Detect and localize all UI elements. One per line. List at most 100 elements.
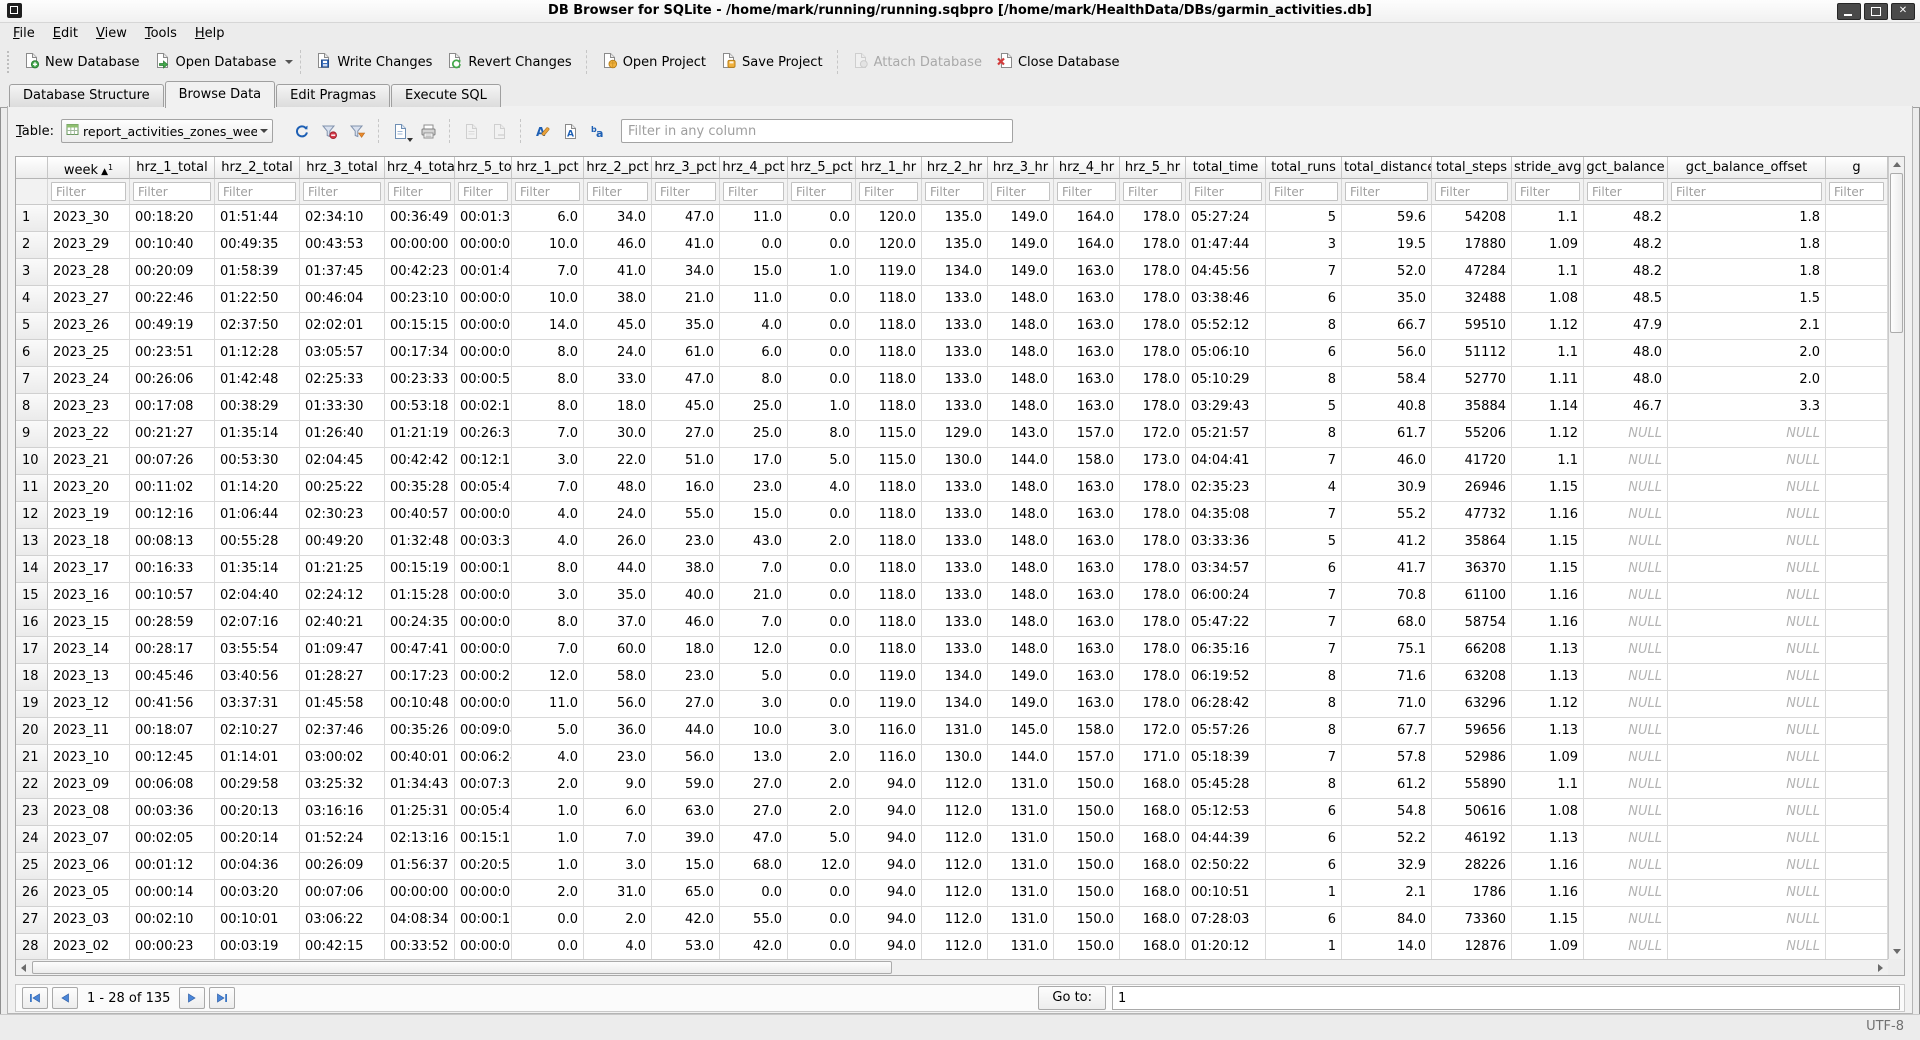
cell-week[interactable]: 2023_14 bbox=[48, 637, 130, 664]
cell-hrz_2_pct[interactable]: 4.0 bbox=[584, 934, 652, 959]
cell-hrz_2_hr[interactable]: 133.0 bbox=[922, 313, 988, 340]
cell-total_runs[interactable]: 7 bbox=[1266, 583, 1342, 610]
cell-week[interactable]: 2023_27 bbox=[48, 286, 130, 313]
cell-hrz_3_pct[interactable]: 38.0 bbox=[652, 556, 720, 583]
cell-hrz_2_total[interactable]: 03:55:54 bbox=[215, 637, 300, 664]
cell-hrz_5_total[interactable]: 00:09:04 bbox=[455, 718, 512, 745]
cell-total_runs[interactable]: 7 bbox=[1266, 610, 1342, 637]
cell-gct_balance[interactable]: NULL bbox=[1584, 664, 1668, 691]
cell-hrz_5_hr[interactable]: 178.0 bbox=[1120, 286, 1186, 313]
cell-hrz_4_pct[interactable]: 27.0 bbox=[720, 799, 788, 826]
cell-hrz_2_total[interactable]: 02:10:27 bbox=[215, 718, 300, 745]
cell-hrz_5_hr[interactable]: 178.0 bbox=[1120, 394, 1186, 421]
cell-hrz_5_hr[interactable]: 178.0 bbox=[1120, 313, 1186, 340]
cell-total_runs[interactable]: 6 bbox=[1266, 286, 1342, 313]
cell-hrz_4_total[interactable]: 00:40:01 bbox=[385, 745, 455, 772]
cell-hrz_4_pct[interactable]: 25.0 bbox=[720, 421, 788, 448]
cell-gct_balance[interactable]: NULL bbox=[1584, 421, 1668, 448]
cell-gct_balance[interactable]: NULL bbox=[1584, 583, 1668, 610]
delete-record-button[interactable] bbox=[486, 119, 512, 143]
horizontal-scrollbar-thumb[interactable] bbox=[32, 961, 892, 974]
cell-stride_avg[interactable]: 1.15 bbox=[1512, 475, 1584, 502]
open-database-caret[interactable] bbox=[285, 60, 293, 64]
column-header-hrz_4_pct[interactable]: hrz_4_pct bbox=[720, 157, 788, 179]
cell-hrz_5_hr[interactable]: 178.0 bbox=[1120, 691, 1186, 718]
cell-hrz_2_hr[interactable]: 112.0 bbox=[922, 934, 988, 959]
cell-hrz_2_hr[interactable]: 112.0 bbox=[922, 826, 988, 853]
cell-hrz_2_total[interactable]: 00:49:35 bbox=[215, 232, 300, 259]
cell-hrz_3_pct[interactable]: 21.0 bbox=[652, 286, 720, 313]
cell-hrz_2_pct[interactable]: 36.0 bbox=[584, 718, 652, 745]
cell-hrz_1_pct[interactable]: 6.0 bbox=[512, 205, 584, 232]
cell-hrz_4_hr[interactable]: 150.0 bbox=[1054, 826, 1120, 853]
cell-hrz_1_hr[interactable]: 118.0 bbox=[856, 637, 922, 664]
cell-hrz_4_total[interactable]: 00:33:52 bbox=[385, 934, 455, 959]
cell-gct_balance[interactable]: NULL bbox=[1584, 448, 1668, 475]
cell-hrz_4_pct[interactable]: 12.0 bbox=[720, 637, 788, 664]
cell-hrz_5_total[interactable]: 00:05:48 bbox=[455, 799, 512, 826]
cell-gct_balance_offset[interactable]: NULL bbox=[1668, 529, 1826, 556]
cell-hrz_5_hr[interactable]: 178.0 bbox=[1120, 205, 1186, 232]
cell-hrz_1_total[interactable]: 00:45:46 bbox=[130, 664, 215, 691]
cell-hrz_3_total[interactable]: 02:40:21 bbox=[300, 610, 385, 637]
cell-stride_avg[interactable]: 1.11 bbox=[1512, 367, 1584, 394]
cell-g[interactable] bbox=[1826, 853, 1888, 880]
cell-gct_balance[interactable]: NULL bbox=[1584, 691, 1668, 718]
cell-week[interactable]: 2023_08 bbox=[48, 799, 130, 826]
cell-total_steps[interactable]: 66208 bbox=[1432, 637, 1512, 664]
cell-hrz_1_hr[interactable]: 115.0 bbox=[856, 421, 922, 448]
cell-week[interactable]: 2023_15 bbox=[48, 610, 130, 637]
cell-hrz_3_total[interactable]: 00:07:06 bbox=[300, 880, 385, 907]
cell-hrz_5_total[interactable]: 00:07:33 bbox=[455, 772, 512, 799]
filter-input-week[interactable] bbox=[51, 182, 126, 201]
cell-hrz_5_pct[interactable]: 0.0 bbox=[788, 367, 856, 394]
cell-hrz_4_pct[interactable]: 68.0 bbox=[720, 853, 788, 880]
edit-cell-button[interactable]: A bbox=[529, 119, 555, 143]
cell-gct_balance[interactable]: 47.9 bbox=[1584, 313, 1668, 340]
cell-hrz_1_hr[interactable]: 118.0 bbox=[856, 286, 922, 313]
cell-hrz_1_pct[interactable]: 1.0 bbox=[512, 853, 584, 880]
cell-hrz_5_pct[interactable]: 2.0 bbox=[788, 745, 856, 772]
cell-gct_balance[interactable]: NULL bbox=[1584, 475, 1668, 502]
cell-gct_balance_offset[interactable]: NULL bbox=[1668, 799, 1826, 826]
cell-hrz_5_pct[interactable]: 12.0 bbox=[788, 853, 856, 880]
row-number[interactable]: 13 bbox=[16, 529, 48, 556]
cell-week[interactable]: 2023_18 bbox=[48, 529, 130, 556]
cell-total_distance[interactable]: 30.9 bbox=[1342, 475, 1432, 502]
cell-hrz_4_total[interactable]: 00:40:57 bbox=[385, 502, 455, 529]
cell-total_runs[interactable]: 5 bbox=[1266, 529, 1342, 556]
cell-g[interactable] bbox=[1826, 637, 1888, 664]
cell-week[interactable]: 2023_03 bbox=[48, 907, 130, 934]
cell-hrz_2_total[interactable]: 03:37:31 bbox=[215, 691, 300, 718]
cell-hrz_4_hr[interactable]: 163.0 bbox=[1054, 286, 1120, 313]
cell-total_time[interactable]: 04:04:41 bbox=[1186, 448, 1266, 475]
cell-total_runs[interactable]: 7 bbox=[1266, 745, 1342, 772]
cell-total_distance[interactable]: 14.0 bbox=[1342, 934, 1432, 959]
cell-hrz_4_total[interactable]: 01:56:37 bbox=[385, 853, 455, 880]
cell-hrz_4_total[interactable]: 02:13:16 bbox=[385, 826, 455, 853]
cell-hrz_5_hr[interactable]: 178.0 bbox=[1120, 259, 1186, 286]
cell-hrz_5_total[interactable]: 00:05:40 bbox=[455, 475, 512, 502]
cell-total_runs[interactable]: 1 bbox=[1266, 880, 1342, 907]
cell-gct_balance[interactable]: NULL bbox=[1584, 826, 1668, 853]
cell-hrz_1_hr[interactable]: 118.0 bbox=[856, 610, 922, 637]
cell-hrz_4_total[interactable]: 00:47:41 bbox=[385, 637, 455, 664]
cell-total_runs[interactable]: 4 bbox=[1266, 475, 1342, 502]
cell-total_runs[interactable]: 8 bbox=[1266, 664, 1342, 691]
cell-hrz_3_total[interactable]: 00:25:22 bbox=[300, 475, 385, 502]
cell-gct_balance_offset[interactable]: NULL bbox=[1668, 880, 1826, 907]
cell-hrz_4_hr[interactable]: 163.0 bbox=[1054, 664, 1120, 691]
cell-hrz_3_hr[interactable]: 149.0 bbox=[988, 232, 1054, 259]
row-number[interactable]: 1 bbox=[16, 205, 48, 232]
cell-hrz_5_pct[interactable]: 5.0 bbox=[788, 826, 856, 853]
cell-hrz_3_pct[interactable]: 27.0 bbox=[652, 421, 720, 448]
cell-hrz_1_hr[interactable]: 116.0 bbox=[856, 718, 922, 745]
cell-hrz_4_hr[interactable]: 157.0 bbox=[1054, 745, 1120, 772]
cell-hrz_3_total[interactable]: 03:00:02 bbox=[300, 745, 385, 772]
cell-total_runs[interactable]: 6 bbox=[1266, 826, 1342, 853]
open-database-button[interactable]: Open Database bbox=[147, 48, 284, 77]
cell-hrz_5_pct[interactable]: 4.0 bbox=[788, 475, 856, 502]
cell-hrz_4_pct[interactable]: 3.0 bbox=[720, 691, 788, 718]
cell-week[interactable]: 2023_19 bbox=[48, 502, 130, 529]
scroll-down-button[interactable] bbox=[1889, 944, 1904, 959]
